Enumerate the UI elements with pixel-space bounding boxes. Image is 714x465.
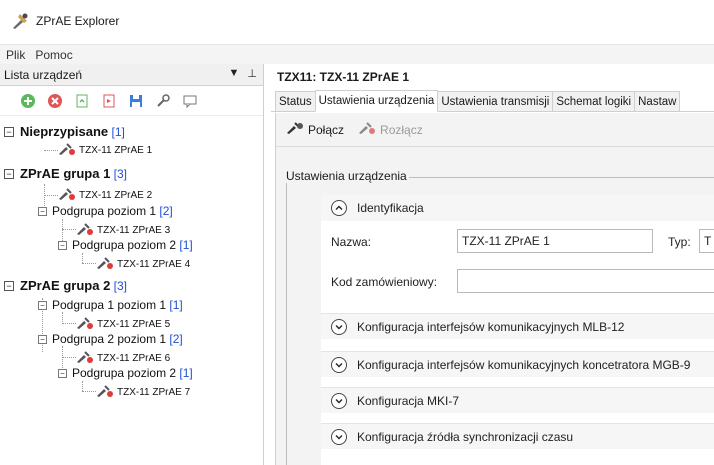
plug-icon xyxy=(286,121,304,138)
device-icon xyxy=(76,316,94,333)
tree-device-5[interactable]: TZX-11 ZPrAE 5 xyxy=(76,316,170,333)
chevron-down-icon[interactable] xyxy=(331,356,347,373)
connect-icon[interactable] xyxy=(153,91,173,111)
window-title: ZPrAE Explorer xyxy=(36,14,120,28)
type-label: Typ: xyxy=(668,235,691,249)
device-list-panel: Lista urządzeń ▼ ⊥ − Nieprzypisane [1] T… xyxy=(0,64,264,465)
tree-group-unassigned[interactable]: − Nieprzypisane [1] xyxy=(4,124,125,139)
collapse-icon[interactable]: − xyxy=(58,368,67,378)
tree-device-6[interactable]: TZX-11 ZPrAE 6 xyxy=(76,350,170,367)
disconnect-button[interactable]: Rozłącz xyxy=(358,121,423,138)
tree-device-3[interactable]: TZX-11 ZPrAE 3 xyxy=(76,222,170,239)
tree-subgroup-1-1[interactable]: − Podgrupa poziom 1 [2] xyxy=(38,204,173,218)
section-mlb12[interactable]: Konfiguracja interfejsów komunikacyjnych… xyxy=(321,313,714,339)
settings-sections: Identyfikacja Nazwa: TZX-11 ZPrAE 1 Typ:… xyxy=(321,195,714,465)
device-icon xyxy=(76,222,94,239)
comment-icon[interactable] xyxy=(180,91,200,111)
collapse-icon[interactable]: − xyxy=(38,206,47,216)
collapse-icon[interactable]: − xyxy=(4,126,14,137)
chevron-up-icon[interactable] xyxy=(331,200,347,216)
menu-file[interactable]: Plik xyxy=(6,48,25,62)
device-list-header: Lista urządzeń ▼ ⊥ xyxy=(0,64,263,86)
name-field[interactable]: TZX-11 ZPrAE 1 xyxy=(457,229,653,253)
collapse-icon[interactable]: − xyxy=(4,168,14,179)
pin-icon[interactable]: ⊥ xyxy=(247,67,257,80)
menu-help[interactable]: Pomoc xyxy=(35,48,72,62)
section-time-sync[interactable]: Konfiguracja źródła synchronizacji czasu xyxy=(321,423,714,449)
tab-logic-diagram[interactable]: Schemat logiki xyxy=(552,91,636,111)
refresh-icon[interactable] xyxy=(72,91,92,111)
device-icon xyxy=(58,187,76,204)
device-icon xyxy=(58,142,76,159)
tab-status[interactable]: Status xyxy=(275,91,316,111)
tree-group-2[interactable]: − ZPrAE grupa 2 [3] xyxy=(4,278,127,293)
tree-device-2[interactable]: TZX-11 ZPrAE 2 xyxy=(58,187,152,204)
tab-strip: Status Ustawienia urządzenia Ustawienia … xyxy=(271,90,714,112)
collapse-icon[interactable]: − xyxy=(38,334,47,344)
collapse-icon[interactable]: − xyxy=(38,300,47,310)
tree-device-1[interactable]: TZX-11 ZPrAE 1 xyxy=(58,142,152,159)
remove-icon[interactable] xyxy=(45,91,65,111)
device-tree: − Nieprzypisane [1] TZX-11 ZPrAE 1 − ZPr… xyxy=(0,116,263,398)
tab-content: Połącz Rozłącz Ustawienia urządzenia Ide… xyxy=(275,113,714,465)
name-label: Nazwa: xyxy=(331,235,372,249)
device-icon xyxy=(96,256,114,273)
section-mki7[interactable]: Konfiguracja MKI-7 xyxy=(321,387,714,413)
chevron-down-icon[interactable] xyxy=(331,392,347,409)
chevron-down-icon[interactable] xyxy=(331,428,347,445)
section-mgb9[interactable]: Konfiguracja interfejsów komunikacyjnych… xyxy=(321,351,714,377)
collapse-icon[interactable]: − xyxy=(58,240,67,250)
tree-subgroup-1-2[interactable]: − Podgrupa poziom 2 [1] xyxy=(58,238,193,252)
connect-button[interactable]: Połącz xyxy=(286,121,344,138)
type-field[interactable]: T xyxy=(699,229,714,253)
menu-bar: Plik Pomoc xyxy=(0,44,714,64)
tree-device-4[interactable]: TZX-11 ZPrAE 4 xyxy=(96,256,190,273)
connection-actions: Połącz Rozłącz xyxy=(276,113,714,147)
device-title: TZX11: TZX-11 ZPrAE 1 xyxy=(277,70,410,84)
dropdown-icon[interactable]: ▼ xyxy=(229,67,240,80)
title-bar: ZPrAE Explorer xyxy=(0,0,714,42)
unplug-icon xyxy=(358,121,376,138)
app-icon xyxy=(10,11,30,31)
add-icon[interactable] xyxy=(18,91,38,111)
tree-subgroup-2-2[interactable]: − Podgrupa 2 poziom 1 [2] xyxy=(38,332,183,346)
order-code-field[interactable] xyxy=(457,269,714,293)
tree-subgroup-2-1[interactable]: − Podgrupa 1 poziom 1 [1] xyxy=(38,298,183,312)
section-identification[interactable]: Identyfikacja xyxy=(321,195,714,221)
device-icon xyxy=(76,350,94,367)
collapse-icon[interactable]: − xyxy=(4,280,14,291)
tab-transmission-settings[interactable]: Ustawienia transmisji xyxy=(437,91,554,111)
tab-settings[interactable]: Nastaw xyxy=(634,91,681,111)
tree-group-1[interactable]: − ZPrAE grupa 1 [3] xyxy=(4,166,127,181)
device-list-title: Lista urządzeń xyxy=(4,67,83,82)
chevron-down-icon[interactable] xyxy=(331,318,347,335)
export-icon[interactable] xyxy=(99,91,119,111)
device-icon xyxy=(96,384,114,401)
device-detail-panel: TZX11: TZX-11 ZPrAE 1 Status Ustawienia … xyxy=(271,64,714,465)
groupbox-label: Ustawienia urządzenia xyxy=(284,169,409,183)
tab-device-settings[interactable]: Ustawienia urządzenia xyxy=(314,90,439,112)
tree-subgroup-2-3[interactable]: − Podgrupa poziom 2 [1] xyxy=(58,366,193,380)
order-code-label: Kod zamówieniowy: xyxy=(331,275,438,289)
device-toolbar xyxy=(0,86,263,116)
tree-device-7[interactable]: TZX-11 ZPrAE 7 xyxy=(96,384,190,401)
save-icon[interactable] xyxy=(126,91,146,111)
